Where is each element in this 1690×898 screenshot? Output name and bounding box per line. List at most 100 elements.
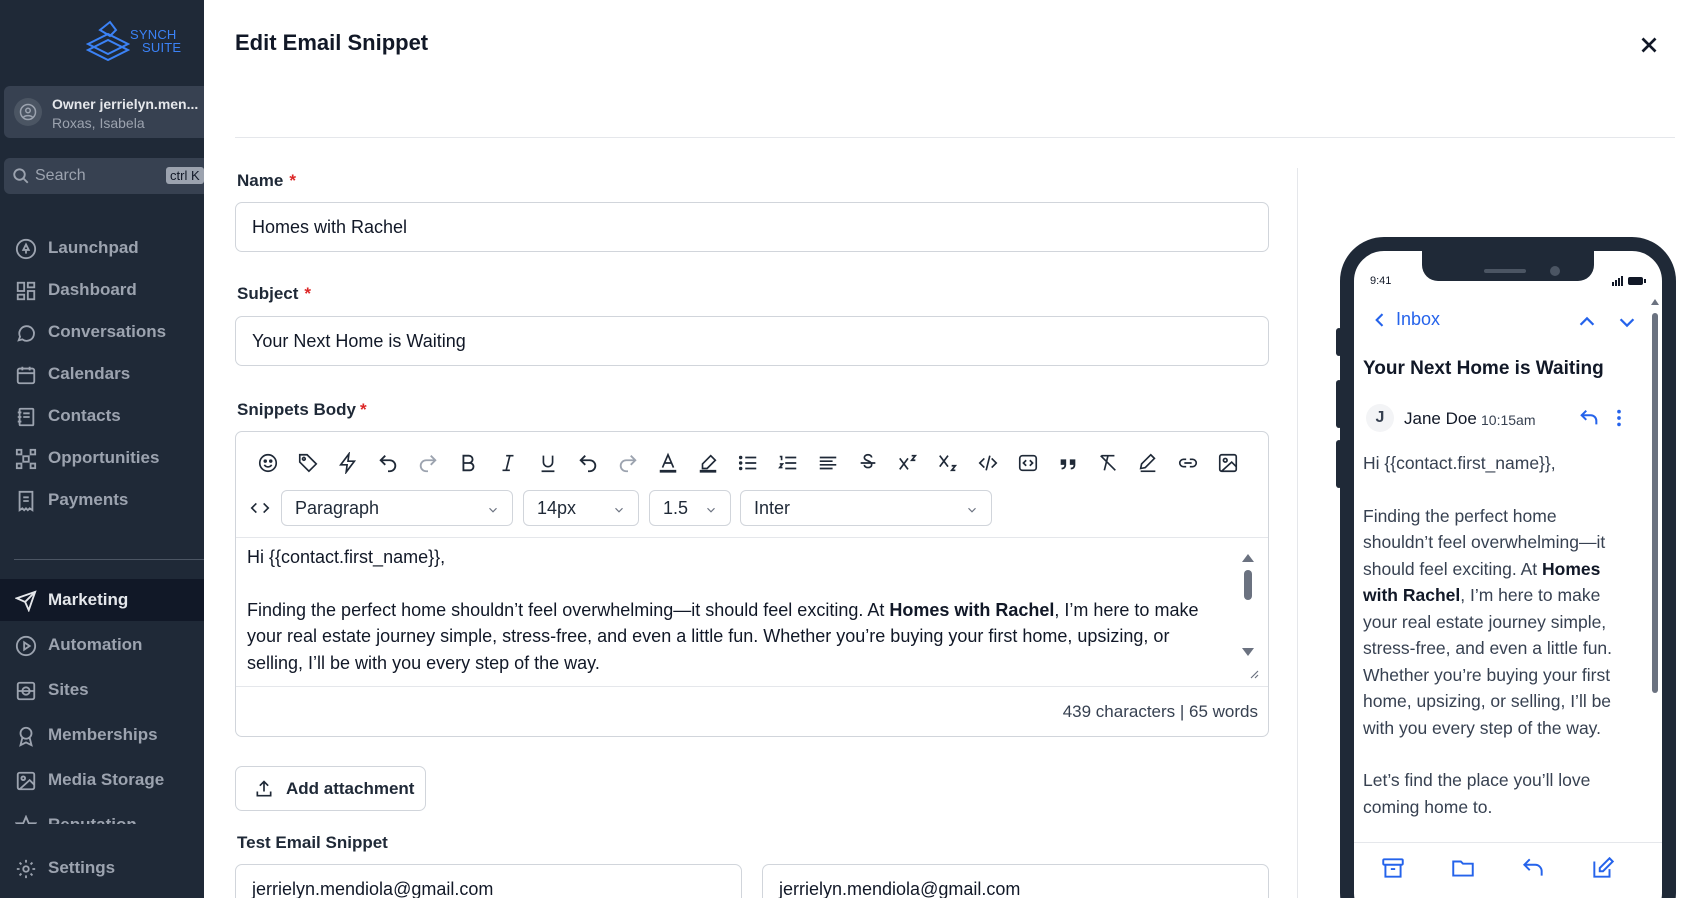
preview-bottom-bar [1354,842,1662,894]
folder-icon[interactable] [1450,855,1476,881]
more-vertical-icon[interactable] [1608,407,1630,429]
account-switcher[interactable]: Owner jerrielyn.men... Roxas, Isabela [4,86,204,138]
chevron-down-icon [615,507,623,513]
clear-format-icon [1100,454,1116,471]
numbered-list-button[interactable] [768,450,808,476]
sidebar-item-memberships[interactable]: Memberships [0,714,204,756]
reply-icon[interactable] [1578,407,1600,429]
compose-icon[interactable] [1590,855,1616,881]
upload-icon [256,779,272,796]
name-input[interactable]: Homes with Rachel [235,202,1269,252]
align-button[interactable] [808,450,848,476]
sidebar-item-conversations[interactable]: Conversations [0,311,204,353]
account-owner: Owner jerrielyn.men... [52,96,199,112]
italic-button[interactable] [488,450,528,476]
code-block-button[interactable] [1008,450,1048,476]
send-icon [15,590,37,612]
pen-signature-icon [1139,453,1156,473]
undo-format-button[interactable] [568,450,608,476]
sidebar-item-label: Automation [48,635,143,654]
sidebar-item-label: Dashboard [48,280,137,299]
add-attachment-button[interactable]: Add attachment [235,766,426,811]
redo-icon [619,455,637,473]
test-to-input[interactable]: jerrielyn.mendiola@gmail.com [762,864,1269,898]
close-icon[interactable] [1636,32,1662,58]
signature-button[interactable] [1128,450,1168,476]
superscript-button[interactable] [888,450,928,476]
tag-button[interactable] [288,450,328,476]
editor-content[interactable]: Hi {{contact.first_name}}, Finding the p… [247,544,1237,684]
reply-icon[interactable] [1520,855,1546,881]
undo-button[interactable] [368,450,408,476]
text-color-button[interactable] [648,450,688,476]
sidebar-item-reputation[interactable]: Reputation [0,804,204,824]
gear-icon [16,859,36,879]
highlight-button[interactable] [688,450,728,476]
quote-button[interactable] [1048,450,1088,476]
code-button[interactable] [968,450,1008,476]
emoji-icon [258,453,278,473]
link-button[interactable] [1168,450,1208,476]
line-height-select[interactable]: 1.5 [649,490,731,526]
preview-body: Hi {{contact.first_name}}, Finding the p… [1363,453,1613,817]
search-shortcut: ctrl K [166,167,204,184]
quote-icon [1060,459,1076,470]
search-placeholder: Search [35,167,86,184]
sidebar-item-marketing[interactable]: Marketing [0,579,204,621]
sidebar-item-label: Reputation [48,815,137,824]
code-block-icon [1018,454,1038,472]
link-icon [1178,458,1198,468]
bold-button[interactable] [448,450,488,476]
test-from-input[interactable]: jerrielyn.mendiola@gmail.com [235,864,742,898]
font-family-select[interactable]: Inter [740,490,992,526]
editor-scrollbar[interactable] [1236,544,1260,682]
subject-label: Subject * [237,284,312,303]
dialog-title: Edit Email Snippet [235,30,429,55]
sidebar-item-sites[interactable]: Sites [0,669,204,711]
insert-image-button[interactable] [1208,450,1248,476]
clear-format-button[interactable] [1088,450,1128,476]
preview-subject: Your Next Home is Waiting [1363,358,1604,379]
source-code-icon [250,502,270,514]
brand-logo[interactable]: SYNCH SUITE [85,20,182,62]
undo-icon [579,455,597,473]
font-size-select[interactable]: 14px [523,490,639,526]
block-format-select[interactable]: Paragraph [281,490,513,526]
archive-icon[interactable] [1380,855,1406,881]
sidebar-item-media-storage[interactable]: Media Storage [0,759,204,801]
bold-icon [462,454,475,472]
calendar-icon [16,366,36,385]
subject-input[interactable]: Your Next Home is Waiting [235,316,1269,366]
phone-notch [1422,251,1594,281]
sidebar-item-settings[interactable]: Settings [0,847,204,889]
sidebar-item-automation[interactable]: Automation [0,624,204,666]
chevron-down-icon [968,507,976,513]
sidebar-item-launchpad[interactable]: Launchpad [0,227,204,269]
required-mark: * [304,284,312,303]
sidebar-search[interactable]: Search ctrl K [4,158,204,194]
sidebar-item-opportunities[interactable]: Opportunities [0,437,204,479]
strikethrough-button[interactable] [848,450,888,476]
emoji-button[interactable] [248,450,288,476]
account-location: Roxas, Isabela [52,115,145,131]
chevron-up-icon[interactable] [1576,311,1598,333]
sidebar-item-payments[interactable]: Payments [0,479,204,521]
source-code-button[interactable] [248,495,272,521]
user-avatar-icon [14,98,42,126]
subscript-button[interactable] [928,450,968,476]
highlighter-icon [699,454,717,473]
body-greeting: Hi {{contact.first_name}}, [247,547,446,567]
sidebar-item-calendars[interactable]: Calendars [0,353,204,395]
sidebar-item-dashboard[interactable]: Dashboard [0,269,204,311]
inbox-back-link[interactable]: Inbox [1370,309,1440,330]
chevron-down-icon[interactable] [1616,311,1638,333]
contact-book-icon [17,407,35,427]
underline-button[interactable] [528,450,568,476]
sidebar-item-label: Contacts [48,406,121,425]
redo-button[interactable] [408,450,448,476]
bullet-list-button[interactable] [728,450,768,476]
preview-scrollbar[interactable] [1650,295,1660,695]
redo-format-button[interactable] [608,450,648,476]
sidebar-item-contacts[interactable]: Contacts [0,395,204,437]
trigger-button[interactable] [328,450,368,476]
